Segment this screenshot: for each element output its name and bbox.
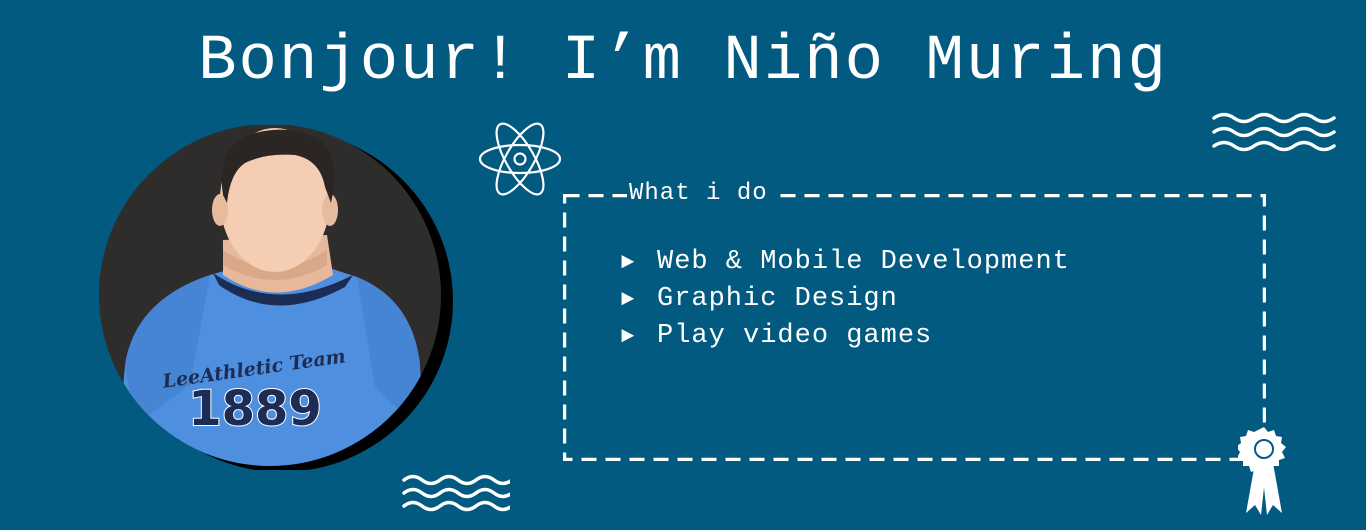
list-item: ► Web & Mobile Development <box>621 244 1070 281</box>
skill-label: Web & Mobile Development <box>657 247 1070 277</box>
skills-list: ► Web & Mobile Development ► Graphic Desig… <box>621 244 1070 355</box>
waves-icon <box>400 472 514 514</box>
play-arrow-icon: ► <box>621 250 636 275</box>
page-title: Bonjour! I’m Niño Muring <box>198 26 1168 98</box>
atom-icon <box>475 112 565 207</box>
what-i-do-heading: What i do <box>627 180 772 208</box>
skill-label: Graphic Design <box>657 284 898 314</box>
waves-icon <box>1210 110 1340 155</box>
what-i-do-panel: What i do ► Web & Mobile Development ► Gra… <box>563 180 1266 461</box>
play-arrow-icon: ► <box>621 324 636 349</box>
avatar: LeeAthletic Team 1889 <box>95 125 460 470</box>
hero-section: Bonjour! I’m Niño Muring LeeAthletic Tea… <box>0 0 1366 530</box>
award-ribbon-icon <box>1236 425 1290 517</box>
play-arrow-icon: ► <box>621 287 636 312</box>
shirt-number: 1889 <box>188 381 322 437</box>
list-item: ► Graphic Design <box>621 281 1070 318</box>
list-item: ► Play video games <box>621 318 1070 355</box>
skill-label: Play video games <box>657 321 933 351</box>
